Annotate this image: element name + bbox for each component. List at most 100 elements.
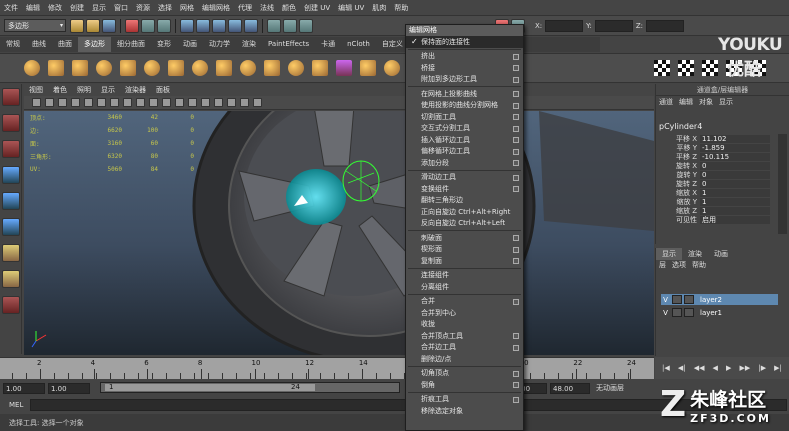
- reduce-icon[interactable]: [384, 60, 400, 76]
- render-icon[interactable]: [283, 18, 297, 33]
- go-to-end-icon[interactable]: ▶|: [774, 364, 782, 372]
- range-slider-handle[interactable]: [105, 384, 315, 391]
- option-box-icon[interactable]: [513, 137, 519, 143]
- channel-menu-0[interactable]: 通道: [656, 97, 676, 107]
- option-box-icon[interactable]: [513, 160, 519, 166]
- perspective-viewport[interactable]: 顶点: 3460 42 0 边: 6620 100 0 面: 3160 60 0 三角形: 6320 80 0…: [24, 111, 654, 355]
- smooth-shade-icon[interactable]: [175, 98, 184, 107]
- smooth-icon[interactable]: [360, 60, 376, 76]
- wireframe-on-shaded-icon[interactable]: [188, 98, 197, 107]
- play-back-icon[interactable]: ◀: [713, 364, 718, 372]
- channel-menu-1[interactable]: 编辑: [676, 97, 696, 107]
- attribute-value[interactable]: -10.115: [700, 152, 770, 161]
- menu-item[interactable]: 附加到多边形工具: [406, 74, 523, 86]
- menu-item[interactable]: 正向自旋边 Ctrl+Alt+Right: [406, 206, 523, 218]
- select-tool-icon[interactable]: [2, 88, 20, 106]
- menu-item[interactable]: 合并顶点工具: [406, 330, 523, 342]
- menu-item-5[interactable]: 窗口: [110, 3, 132, 13]
- resolution-gate-icon[interactable]: [97, 98, 106, 107]
- viewport-menu-0[interactable]: 视图: [24, 85, 48, 95]
- shelf-tab-8[interactable]: 渲染: [236, 37, 262, 52]
- history-icon[interactable]: [267, 18, 281, 33]
- outliner-icon[interactable]: [2, 296, 20, 314]
- menu-item[interactable]: 分离组件: [406, 281, 523, 293]
- viewport-menu-1[interactable]: 着色: [48, 85, 72, 95]
- viewport-menu-4[interactable]: 渲染器: [120, 85, 151, 95]
- make-live-icon[interactable]: [244, 18, 258, 33]
- snap-grid-icon[interactable]: [180, 18, 194, 33]
- layout-four-icon[interactable]: [2, 270, 20, 288]
- option-box-icon[interactable]: [513, 246, 519, 253]
- option-box-icon[interactable]: [513, 174, 519, 181]
- attribute-value[interactable]: 0: [700, 161, 770, 170]
- step-forward-icon[interactable]: |▶: [758, 364, 766, 372]
- shelf-tab-5[interactable]: 变形: [151, 37, 177, 52]
- lasso-tool-icon[interactable]: [2, 114, 20, 132]
- option-box-icon[interactable]: [513, 148, 519, 155]
- menu-item[interactable]: 翻转三角形边: [406, 195, 523, 207]
- film-gate-icon[interactable]: [84, 98, 93, 107]
- layer-color-swatch[interactable]: [684, 295, 694, 304]
- attribute-value[interactable]: -1.859: [700, 143, 770, 152]
- option-box-icon[interactable]: [513, 91, 519, 97]
- layer-tab-1[interactable]: 渲染: [682, 248, 708, 260]
- menu-item[interactable]: 使用投影的曲线分割网格: [406, 100, 523, 112]
- poly-cube-icon[interactable]: [48, 60, 64, 76]
- layer-visibility-toggle[interactable]: V: [661, 296, 670, 304]
- go-to-start-icon[interactable]: |◀: [662, 364, 670, 372]
- new-scene-icon[interactable]: [70, 18, 84, 33]
- z-field[interactable]: [646, 19, 685, 32]
- y-field[interactable]: [594, 19, 633, 32]
- separate-icon[interactable]: [288, 60, 304, 76]
- menu-item-12[interactable]: 颜色: [278, 3, 300, 13]
- menu-item-13[interactable]: 创建 UV: [300, 3, 334, 13]
- poly-torus-icon[interactable]: [144, 60, 160, 76]
- menu-item-0[interactable]: 文件: [0, 3, 22, 13]
- menu-item[interactable]: 刺破面: [406, 232, 523, 244]
- end-time-field[interactable]: 48.00: [550, 382, 590, 394]
- shelf-tab-4[interactable]: 细分曲面: [111, 37, 151, 52]
- menu-item[interactable]: 偏移循环边工具: [406, 146, 523, 158]
- attribute-value[interactable]: 1: [700, 206, 770, 215]
- attribute-row[interactable]: 可见性 启用: [656, 215, 789, 224]
- attribute-value[interactable]: 1: [700, 188, 770, 197]
- menu-item-6[interactable]: 资源: [132, 3, 154, 13]
- option-box-icon[interactable]: [513, 344, 519, 351]
- attribute-value[interactable]: 0: [700, 179, 770, 188]
- menu-item[interactable]: 倒角: [406, 379, 523, 391]
- option-box-icon[interactable]: [513, 258, 519, 264]
- layer-type-toggle[interactable]: [672, 295, 682, 304]
- option-box-icon[interactable]: [513, 76, 519, 83]
- viewport-menu-3[interactable]: 显示: [96, 85, 120, 95]
- uv-checker-icon[interactable]: [678, 60, 694, 76]
- safe-action-icon[interactable]: [136, 98, 145, 107]
- anim-layer-label[interactable]: 无动画层: [596, 383, 624, 393]
- menu-item[interactable]: 桥接: [406, 62, 523, 74]
- step-back-key-icon[interactable]: ◀◀: [694, 364, 705, 372]
- menu-item[interactable]: 删除边/点: [406, 353, 523, 365]
- option-box-icon[interactable]: [513, 53, 519, 60]
- menu-item-8[interactable]: 网格: [176, 3, 198, 13]
- xray-icon[interactable]: [253, 98, 262, 107]
- attribute-value[interactable]: 0: [700, 170, 770, 179]
- snap-plane-icon[interactable]: [228, 18, 242, 33]
- menu-item-14[interactable]: 编辑 UV: [334, 3, 368, 13]
- menu-item[interactable]: 切割面工具: [406, 111, 523, 123]
- shelf-tab-0[interactable]: 常规: [0, 37, 26, 52]
- menu-item-2[interactable]: 修改: [44, 3, 66, 13]
- option-box-icon[interactable]: [513, 186, 519, 192]
- x-field[interactable]: [545, 19, 584, 32]
- viewport-menu-2[interactable]: 照明: [72, 85, 96, 95]
- menu-item[interactable]: 交互式分割工具: [406, 123, 523, 135]
- poly-pipe-icon[interactable]: [216, 60, 232, 76]
- mel-label[interactable]: MEL: [0, 401, 30, 409]
- option-box-icon[interactable]: [513, 102, 519, 109]
- menu-item-15[interactable]: 肌肉: [368, 3, 390, 13]
- isolate-select-icon[interactable]: [240, 98, 249, 107]
- menu-item[interactable]: 合并: [406, 296, 523, 308]
- layer-menu-0[interactable]: 层: [656, 260, 669, 270]
- field-chart-icon[interactable]: [123, 98, 132, 107]
- save-scene-icon[interactable]: [102, 18, 116, 33]
- wireframe-icon[interactable]: [162, 98, 171, 107]
- menu-item[interactable]: 移除选定对象: [406, 405, 523, 417]
